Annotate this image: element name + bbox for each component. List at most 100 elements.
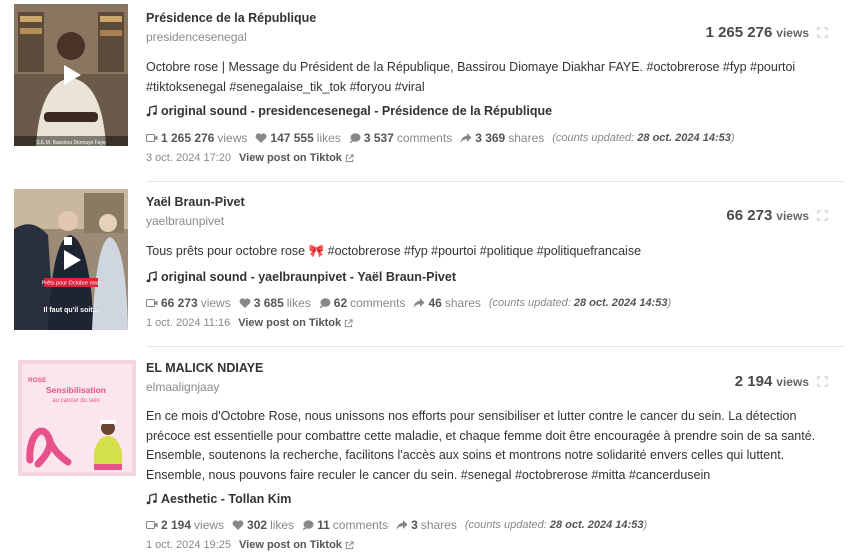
counts-updated-suffix: ) — [643, 519, 648, 531]
share-icon — [413, 298, 425, 308]
stat-views-label: views — [217, 131, 248, 145]
post-meta: 1 oct. 2024 11:16 View post on Tiktok — [146, 317, 353, 329]
post-caption: Octobre rose | Message du Président de l… — [146, 60, 796, 94]
stat-views: 1 265 276 views — [146, 131, 247, 145]
stat-shares-label: shares — [420, 518, 457, 532]
stat-comments: 62 comments — [319, 296, 406, 310]
post-stats: 66 273 views 3 685 likes 62 comments 46 … — [146, 296, 671, 310]
thumbnail-caption: Il faut qu'il soit... — [44, 307, 99, 314]
stat-comments-count: 62 — [333, 296, 348, 310]
stat-likes-label: likes — [316, 131, 341, 145]
counts-updated-suffix: ) — [730, 132, 735, 144]
stat-comments-label: comments — [350, 296, 406, 310]
post-meta: 1 oct. 2024 19:25 View post on Tiktok — [146, 539, 354, 551]
post-meta: 3 oct. 2024 17:20 View post on Tiktok — [146, 152, 354, 164]
expand-icon[interactable] — [817, 376, 828, 387]
external-link-icon — [344, 318, 353, 327]
expand-icon[interactable] — [817, 210, 828, 221]
thumbnail-image: ROSE Sensibilisation au cancer du sein — [18, 360, 136, 476]
thumbnail-caption: S.E.M. Bassirou Diomaye Faye — [36, 140, 106, 146]
post-caption: Tous prêts pour octobre rose 🎀 #octobrer… — [146, 244, 642, 258]
stat-comments-label: comments — [332, 518, 389, 532]
heart-icon — [239, 298, 251, 308]
author-name[interactable]: Présidence de la République — [146, 11, 316, 25]
video-icon — [146, 298, 158, 308]
video-icon — [146, 520, 158, 530]
stat-comments: 3 537 comments — [349, 131, 452, 145]
stat-views-label: views — [194, 518, 225, 532]
views-summary: 2 194 views — [735, 373, 828, 390]
video-thumbnail[interactable]: S.E.M. Bassirou Diomaye Faye — [14, 4, 128, 146]
view-on-tiktok-label: View post on Tiktok — [239, 152, 342, 164]
counts-updated-date: 28 oct. 2024 14:53 — [637, 132, 731, 144]
post-stats: 1 265 276 views 147 555 likes 3 537 comm… — [146, 131, 735, 145]
music-note-icon — [146, 271, 157, 283]
stat-shares-label: shares — [508, 131, 545, 145]
view-on-tiktok-link[interactable]: View post on Tiktok — [238, 317, 353, 329]
stat-shares-count: 3 — [411, 518, 418, 532]
view-on-tiktok-link[interactable]: View post on Tiktok — [239, 152, 354, 164]
views-count: 66 273 — [726, 207, 773, 224]
views-summary: 1 265 276 views — [706, 24, 828, 41]
comment-icon — [319, 298, 331, 309]
video-thumbnail[interactable]: ROSE Sensibilisation au cancer du sein — [18, 360, 136, 476]
post-divider — [146, 181, 844, 182]
expand-icon[interactable] — [817, 27, 828, 38]
thumbnail-subtitle: au cancer du sein — [52, 398, 99, 404]
sound-title: Aesthetic - Tollan Kim — [161, 492, 292, 506]
music-note-icon — [146, 493, 157, 505]
views-count: 2 194 — [734, 373, 773, 390]
stat-views: 66 273 views — [146, 296, 231, 310]
stat-views-count: 66 273 — [161, 296, 198, 310]
share-icon — [460, 133, 472, 143]
video-icon — [146, 133, 158, 143]
stat-views: 2 194 views — [146, 518, 224, 532]
sound-title: original sound - presidencesenegal - Pré… — [161, 104, 553, 118]
play-icon[interactable] — [59, 63, 83, 87]
counts-updated: (counts updated: 28 oct. 2024 14:53) — [489, 297, 671, 309]
stat-shares: 3 369 shares — [460, 131, 544, 145]
post-caption: En ce mois d'Octobre Rose, nous unissons… — [146, 409, 816, 482]
post-feed: S.E.M. Bassirou Diomaye Faye Présidence … — [0, 0, 850, 560]
sound-link[interactable]: original sound - presidencesenegal - Pré… — [146, 104, 552, 118]
views-label: views — [776, 25, 809, 40]
comment-icon — [349, 133, 361, 144]
views-label: views — [776, 374, 809, 389]
counts-updated-suffix: ) — [667, 297, 672, 309]
sound-link[interactable]: original sound - yaelbraunpivet - Yaël B… — [146, 270, 456, 284]
views-summary: 66 273 views — [726, 207, 828, 224]
stat-likes-label: likes — [286, 296, 311, 310]
sound-link[interactable]: Aesthetic - Tollan Kim — [146, 492, 291, 506]
post-divider — [146, 346, 844, 347]
stat-shares: 3 shares — [396, 518, 457, 532]
author-name[interactable]: Yaël Braun-Pivet — [146, 195, 245, 209]
thumbnail-tag: ROSE — [28, 377, 47, 384]
video-thumbnail[interactable]: Prêts pour Octobre rose Il faut qu'il so… — [14, 189, 128, 330]
author-name[interactable]: EL MALICK NDIAYE — [146, 361, 263, 375]
view-on-tiktok-label: View post on Tiktok — [239, 539, 342, 551]
counts-updated-prefix: (counts updated: — [552, 132, 635, 144]
post-date: 1 oct. 2024 11:16 — [146, 317, 231, 329]
counts-updated: (counts updated: 28 oct. 2024 14:53) — [465, 519, 647, 531]
play-icon[interactable] — [59, 248, 83, 272]
post-date: 3 oct. 2024 17:20 — [146, 152, 232, 164]
stat-comments-label: comments — [396, 131, 453, 145]
stat-shares-count: 46 — [428, 296, 442, 310]
stat-likes-count: 302 — [247, 518, 268, 532]
author-handle: presidencesenegal — [146, 30, 247, 44]
external-link-icon — [345, 540, 354, 549]
stat-views-count: 1 265 276 — [161, 131, 215, 145]
counts-updated: (counts updated: 28 oct. 2024 14:53) — [552, 132, 734, 144]
share-icon — [396, 520, 408, 530]
post-date: 1 oct. 2024 19:25 — [146, 539, 232, 551]
counts-updated-date: 28 oct. 2024 14:53 — [573, 297, 668, 309]
thumbnail-title: Sensibilisation — [46, 385, 106, 395]
post-card: ROSE Sensibilisation au cancer du sein E… — [0, 355, 850, 560]
stat-views-label: views — [200, 296, 231, 310]
external-link-icon — [345, 153, 354, 162]
view-on-tiktok-link[interactable]: View post on Tiktok — [239, 539, 354, 551]
stat-likes-count: 147 555 — [270, 131, 314, 145]
views-count: 1 265 276 — [705, 24, 773, 41]
heart-icon — [232, 520, 244, 530]
views-label: views — [776, 208, 809, 223]
